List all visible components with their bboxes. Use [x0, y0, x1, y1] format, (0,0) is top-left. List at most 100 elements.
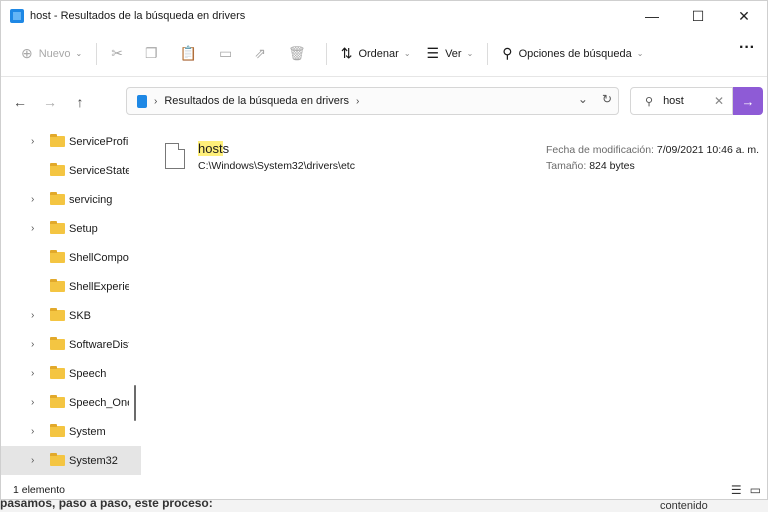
sidebar-folder-label: System32 [69, 454, 118, 467]
plus-circle-icon: ⊕ [21, 45, 33, 61]
expand-chevron-icon[interactable]: › [31, 397, 34, 408]
expand-chevron-icon[interactable]: › [31, 310, 34, 321]
sort-button[interactable]: ⇅ Ordenar ⌄ [333, 39, 419, 69]
sidebar-folder-item[interactable]: › SoftwareDist [1, 330, 141, 359]
status-bar: 1 elemento ☰ ▭ [1, 479, 767, 499]
toolbar-divider [96, 42, 98, 65]
close-button[interactable]: ✕ [721, 1, 767, 31]
trash-icon: 🗑 [287, 45, 306, 61]
sidebar-folder-label: Setup [69, 222, 98, 235]
view-toggle: ☰ ▭ [731, 483, 761, 497]
navigation-row: ← → ↑ › Resultados de la búsqueda en dri… [1, 77, 767, 127]
address-bar[interactable]: › Resultados de la búsqueda en drivers ›… [126, 87, 619, 115]
clipboard-icon: 📋 [179, 45, 197, 61]
sidebar-folder-item[interactable]: › SKB [1, 301, 141, 330]
up-arrow-icon[interactable]: ↑ [65, 94, 95, 110]
copy-button[interactable]: ❐ [137, 39, 172, 69]
chevron-down-icon: ⌄ [403, 49, 411, 58]
sidebar-scrollbar[interactable] [134, 385, 136, 421]
folder-icon [50, 250, 65, 263]
sidebar-folder-item[interactable]: › Setup [1, 214, 141, 243]
more-options-button[interactable]: ··· [739, 39, 755, 57]
rename-button[interactable]: ▭ [211, 39, 246, 69]
paste-button[interactable]: 📋 [172, 39, 211, 69]
maximize-button[interactable]: ☐ [675, 1, 721, 31]
view-label: Ver [445, 47, 462, 60]
sidebar-folder-item[interactable]: › System [1, 417, 141, 446]
folder-icon [50, 163, 65, 176]
search-go-button[interactable]: → [733, 87, 763, 115]
sort-label: Ordenar [358, 47, 399, 60]
size-value: 824 bytes [589, 160, 635, 172]
title-bar: host - Resultados de la búsqueda en driv… [1, 1, 767, 31]
expand-chevron-icon[interactable]: › [31, 368, 34, 379]
results-pane: hosts C:\Windows\System32\drivers\etc Fe… [141, 127, 767, 479]
forward-arrow-icon[interactable]: → [35, 94, 65, 110]
back-arrow-icon[interactable]: ← [5, 94, 35, 110]
tiles-view-icon[interactable]: ▭ [750, 483, 761, 497]
new-label: Nuevo [38, 47, 71, 60]
search-results-icon [137, 94, 147, 108]
navigation-pane: › ServiceProfil ServiceState › servicing › Set… [1, 127, 141, 479]
command-bar: ⊕ Nuevo ⌄ ✂ ❐ 📋 ▭ ⇗ 🗑 ⇅ Ordenar ⌄ ☰ Ver … [1, 31, 767, 77]
refresh-icon[interactable]: ↻ [602, 92, 612, 106]
modified-value: 7/09/2021 10:46 a. m. [656, 144, 760, 156]
sidebar-folder-label: Speech_One [69, 396, 129, 409]
clear-search-icon[interactable]: ✕ [714, 94, 724, 108]
delete-button[interactable]: 🗑 [280, 39, 320, 69]
share-icon: ⇗ [254, 45, 266, 61]
window-controls: — ☐ ✕ [629, 1, 767, 31]
sidebar-folder-item[interactable]: ShellExperie [1, 272, 141, 301]
chevron-down-icon: ⌄ [466, 49, 474, 58]
copy-icon: ❐ [144, 45, 158, 61]
minimize-button[interactable]: — [629, 1, 675, 31]
toolbar-divider [487, 42, 489, 65]
folder-icon [50, 279, 65, 292]
sidebar-folder-item[interactable]: › Speech_One [1, 388, 141, 417]
breadcrumb-location[interactable]: Resultados de la búsqueda en drivers [164, 95, 349, 107]
view-button[interactable]: ☰ Ver ⌄ [419, 39, 482, 69]
expand-chevron-icon[interactable]: › [31, 339, 34, 350]
search-icon: ⚲ [645, 95, 654, 108]
breadcrumb-chevron-icon: › [154, 95, 158, 107]
history-dropdown-icon[interactable]: ⌄ [578, 92, 588, 106]
list-view-icon: ☰ [426, 45, 440, 61]
sidebar-folder-label: SoftwareDist [69, 338, 129, 351]
expand-chevron-icon[interactable]: › [31, 455, 34, 466]
expand-chevron-icon[interactable]: › [31, 194, 34, 205]
rename-icon: ▭ [218, 45, 233, 61]
breadcrumb-chevron-icon[interactable]: › [356, 96, 359, 107]
sidebar-folder-label: Speech [69, 367, 107, 380]
item-count: 1 elemento [13, 484, 65, 496]
sidebar-folder-item[interactable]: › Speech [1, 359, 141, 388]
sidebar-folder-label: ShellExperie [69, 280, 129, 293]
folder-icon [50, 424, 65, 437]
folder-icon [50, 337, 65, 350]
search-match-highlight: host [198, 141, 223, 156]
new-button[interactable]: ⊕ Nuevo ⌄ [13, 39, 90, 69]
search-box[interactable]: ⚲ host ✕ [630, 87, 733, 115]
address-actions: ⌄ ↻ [578, 92, 612, 106]
folder-icon [50, 192, 65, 205]
expand-chevron-icon[interactable]: › [31, 426, 34, 437]
sidebar-folder-item[interactable]: › servicing [1, 185, 141, 214]
sidebar-folder-label: ServiceState [69, 164, 129, 177]
file-name: hosts [198, 141, 229, 156]
file-path: C:\Windows\System32\drivers\etc [198, 160, 355, 172]
details-view-icon[interactable]: ☰ [731, 483, 742, 497]
search-input[interactable]: host [663, 95, 684, 107]
expand-chevron-icon[interactable]: › [31, 223, 34, 234]
file-name-rest: s [222, 141, 230, 156]
modified-date: Fecha de modificación: 7/09/2021 10:46 a… [546, 144, 759, 156]
sidebar-folder-item[interactable]: ShellCompo [1, 243, 141, 272]
sidebar-folder-item[interactable]: › System32 [1, 446, 141, 475]
cut-button[interactable]: ✂ [103, 39, 137, 69]
search-result-item[interactable]: hosts C:\Windows\System32\drivers\etc Fe… [165, 141, 765, 181]
sidebar-folder-item[interactable]: › ServiceProfil [1, 127, 141, 156]
search-options-button[interactable]: ⚲ Opciones de búsqueda ⌄ [494, 39, 651, 69]
sidebar-folder-item[interactable]: ServiceState [1, 156, 141, 185]
search-options-icon: ⚲ [502, 45, 513, 61]
expand-chevron-icon[interactable]: › [31, 136, 34, 147]
file-size: Tamaño: 824 bytes [546, 160, 635, 172]
share-button[interactable]: ⇗ [246, 39, 280, 69]
